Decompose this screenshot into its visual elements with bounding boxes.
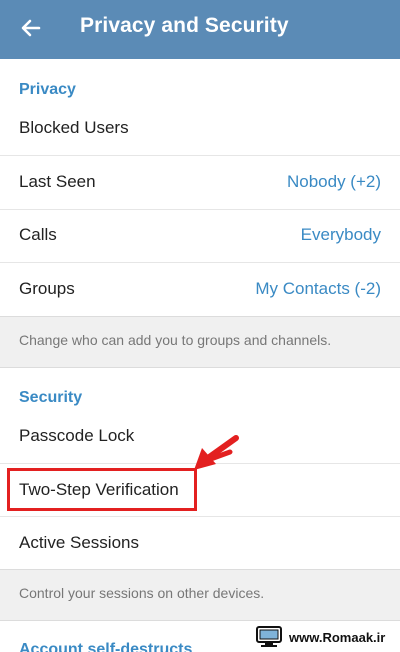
watermark: www.Romaak.ir xyxy=(252,622,400,652)
row-label: Active Sessions xyxy=(19,533,139,552)
row-label: Blocked Users xyxy=(19,118,129,137)
section-header-privacy: Privacy xyxy=(19,81,76,98)
section-header-security: Security xyxy=(19,389,83,406)
blocked-users-row[interactable]: Blocked Users xyxy=(0,103,400,156)
red-arrow-icon xyxy=(194,435,239,470)
active-sessions-row[interactable]: Active Sessions xyxy=(0,518,400,571)
groups-row[interactable]: Groups My Contacts (-2) xyxy=(0,264,400,317)
security-hint-box: Control your sessions on other devices. xyxy=(0,569,400,621)
section-header-account: Account self-destructs xyxy=(19,641,193,652)
row-label: Passcode Lock xyxy=(19,426,135,445)
row-value: Everybody xyxy=(300,225,381,244)
divider xyxy=(0,155,400,156)
row-label: Calls xyxy=(19,225,57,244)
back-button[interactable] xyxy=(17,14,45,42)
divider xyxy=(0,262,400,263)
row-label: Last Seen xyxy=(19,172,96,191)
divider xyxy=(0,516,400,517)
highlight-box xyxy=(7,468,197,511)
page-title: Privacy and Security xyxy=(80,14,289,37)
last-seen-row[interactable]: Last Seen Nobody (+2) xyxy=(0,157,400,210)
row-value: My Contacts (-2) xyxy=(255,279,381,298)
watermark-text: www.Romaak.ir xyxy=(289,629,386,645)
row-value: Nobody (+2) xyxy=(286,172,381,191)
back-arrow-icon xyxy=(21,19,41,37)
privacy-security-screen: Privacy and Security Privacy Blocked Use… xyxy=(0,0,400,652)
privacy-hint-text: Change who can add you to groups and cha… xyxy=(19,332,332,348)
calls-row[interactable]: Calls Everybody xyxy=(0,210,400,263)
security-hint-text: Control your sessions on other devices. xyxy=(19,585,265,601)
privacy-hint-box: Change who can add you to groups and cha… xyxy=(0,316,400,368)
top-app-bar: Privacy and Security xyxy=(0,0,400,59)
computer-logo-icon xyxy=(256,626,282,647)
row-label: Groups xyxy=(19,279,75,298)
